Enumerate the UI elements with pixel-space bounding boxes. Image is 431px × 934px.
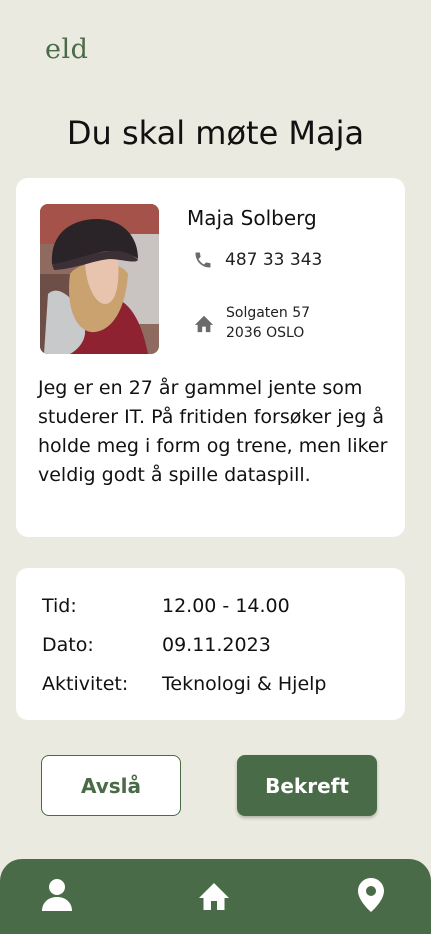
detail-row-time: Tid: 12.00 - 14.00 bbox=[42, 595, 290, 617]
person-icon bbox=[41, 878, 73, 916]
detail-value: Teknologi & Hjelp bbox=[162, 673, 327, 695]
address-text: Solgaten 57 2036 OSLO bbox=[226, 303, 310, 343]
location-pin-icon bbox=[358, 878, 384, 916]
home-icon bbox=[193, 313, 215, 333]
page-title: Du skal møte Maja bbox=[66, 114, 365, 152]
profile-bio: Jeg er en 27 år gammel jente som studere… bbox=[38, 377, 388, 486]
detail-row-date: Dato: 09.11.2023 bbox=[42, 634, 271, 656]
confirm-button[interactable]: Bekreft bbox=[237, 755, 377, 816]
home-icon bbox=[196, 878, 232, 916]
detail-value: 09.11.2023 bbox=[162, 634, 271, 656]
phone-row[interactable]: 487 33 343 bbox=[193, 250, 322, 270]
detail-label: Tid: bbox=[42, 595, 77, 617]
profile-photo bbox=[40, 204, 159, 354]
address-row: Solgaten 57 2036 OSLO bbox=[193, 303, 310, 343]
detail-label: Dato: bbox=[42, 634, 94, 656]
phone-number: 487 33 343 bbox=[225, 250, 323, 270]
nav-home[interactable] bbox=[194, 877, 234, 917]
app-logo: eld bbox=[45, 34, 89, 65]
details-card: Tid: 12.00 - 14.00 Dato: 09.11.2023 Akti… bbox=[16, 568, 405, 720]
address-line1: Solgaten 57 bbox=[226, 305, 311, 321]
profile-card: Maja Solberg 487 33 343 Solgaten 57 2036… bbox=[16, 178, 405, 537]
profile-name: Maja Solberg bbox=[187, 206, 317, 230]
detail-row-activity: Aktivitet: Teknologi & Hjelp bbox=[42, 673, 326, 695]
decline-button[interactable]: Avslå bbox=[41, 755, 181, 816]
nav-location[interactable] bbox=[351, 877, 391, 917]
nav-profile[interactable] bbox=[37, 877, 77, 917]
detail-value: 12.00 - 14.00 bbox=[162, 595, 290, 617]
phone-icon bbox=[193, 250, 213, 270]
bottom-nav bbox=[0, 859, 431, 934]
address-line2: 2036 OSLO bbox=[226, 325, 305, 341]
detail-label: Aktivitet: bbox=[42, 673, 129, 695]
